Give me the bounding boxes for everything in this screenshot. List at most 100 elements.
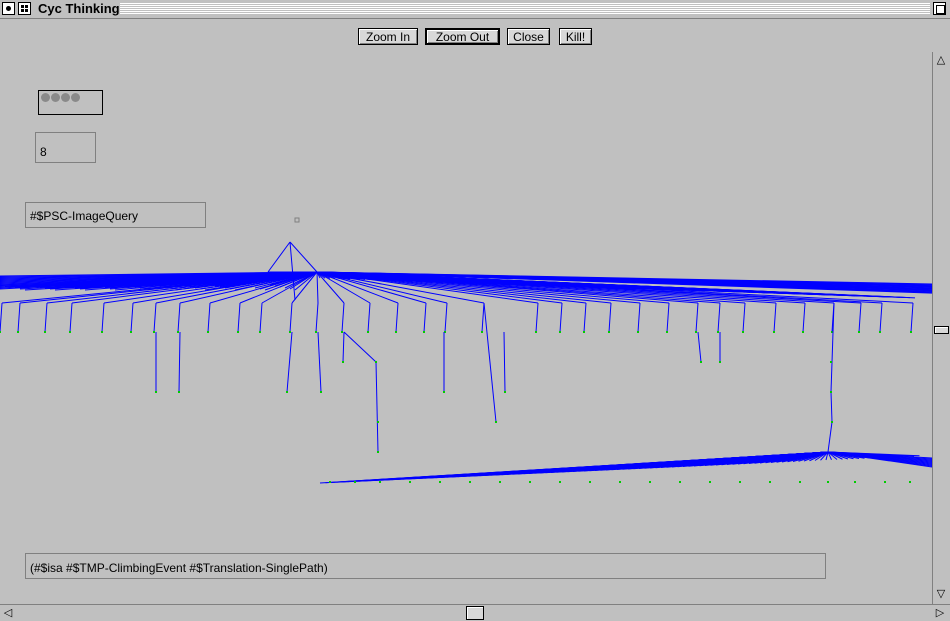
tree-node bbox=[695, 331, 697, 333]
tree-node bbox=[17, 331, 19, 333]
tree-node bbox=[619, 481, 621, 483]
tree-node bbox=[608, 331, 610, 333]
tree-edge bbox=[69, 302, 73, 333]
horizontal-scrollbar[interactable]: ◁ ▷ bbox=[0, 604, 950, 621]
tree-node bbox=[342, 361, 344, 363]
tree-edge bbox=[910, 302, 914, 333]
tree-node bbox=[44, 331, 46, 333]
tree-node bbox=[773, 331, 775, 333]
tree-edge bbox=[608, 302, 612, 333]
tree-node bbox=[375, 361, 377, 363]
tree-node bbox=[289, 331, 291, 333]
progress-dot bbox=[71, 93, 80, 102]
tree-edge bbox=[342, 331, 345, 363]
tree-node bbox=[329, 481, 331, 483]
tree-node bbox=[679, 481, 681, 483]
tree-edge bbox=[742, 302, 746, 333]
tree-edge bbox=[367, 302, 371, 333]
maximize-icon[interactable] bbox=[933, 2, 946, 15]
query-label: #$PSC-ImageQuery bbox=[25, 202, 206, 228]
tree-edge bbox=[315, 302, 319, 333]
tree-node bbox=[910, 331, 912, 333]
tree-node bbox=[286, 391, 288, 393]
tree-edge bbox=[583, 302, 587, 333]
tree-edge bbox=[289, 302, 293, 333]
tree-node bbox=[377, 421, 379, 423]
tree-edge bbox=[17, 302, 21, 333]
progress-indicator bbox=[38, 90, 103, 115]
tree-node bbox=[354, 481, 356, 483]
tree-edge bbox=[483, 302, 497, 423]
tree-edge bbox=[44, 302, 48, 333]
tree-node bbox=[481, 331, 483, 333]
tree-edge bbox=[267, 241, 291, 273]
tree-edge bbox=[830, 302, 835, 393]
tree-node bbox=[666, 331, 668, 333]
tree-node bbox=[379, 481, 381, 483]
tree-edge bbox=[317, 331, 322, 393]
vertical-scrollbar[interactable]: △ ▽ bbox=[932, 52, 950, 604]
tree-node bbox=[799, 481, 801, 483]
scroll-up-icon[interactable]: △ bbox=[933, 52, 949, 68]
tree-edge bbox=[773, 302, 777, 333]
tree-node bbox=[499, 481, 501, 483]
tree-edge bbox=[858, 302, 862, 333]
root-marker bbox=[294, 217, 300, 223]
tree-edge bbox=[237, 302, 241, 333]
tree-node bbox=[409, 481, 411, 483]
tree-edge bbox=[423, 302, 427, 333]
tree-node bbox=[831, 421, 833, 423]
tree-node bbox=[153, 331, 155, 333]
progress-dot bbox=[41, 93, 50, 102]
tree-node bbox=[130, 331, 132, 333]
tree-node bbox=[177, 331, 179, 333]
tree-edge bbox=[879, 302, 883, 333]
tree-node bbox=[700, 361, 702, 363]
tree-node bbox=[589, 481, 591, 483]
tree-node bbox=[739, 481, 741, 483]
counter-box: 8 bbox=[35, 132, 96, 163]
tree-node bbox=[439, 481, 441, 483]
tree-edge bbox=[259, 302, 263, 333]
tree-node bbox=[830, 391, 832, 393]
tree-edge bbox=[395, 302, 399, 333]
tree-node bbox=[207, 331, 209, 333]
tree-node bbox=[0, 331, 1, 333]
tree-node bbox=[742, 331, 744, 333]
tree-node bbox=[830, 361, 832, 363]
tree-edge bbox=[695, 302, 699, 333]
tree-node bbox=[341, 331, 343, 333]
scroll-right-icon[interactable]: ▷ bbox=[932, 605, 948, 621]
tree-node bbox=[879, 331, 881, 333]
tree-node bbox=[178, 391, 180, 393]
tree-node bbox=[237, 331, 239, 333]
scroll-down-icon[interactable]: ▽ bbox=[933, 586, 949, 602]
tree-edge bbox=[535, 302, 539, 333]
progress-dot bbox=[61, 93, 70, 102]
tree-edge bbox=[289, 241, 318, 273]
assertion-label: (#$isa #$TMP-ClimbingEvent #$Translation… bbox=[25, 553, 826, 579]
scroll-left-icon[interactable]: ◁ bbox=[0, 605, 16, 621]
horizontal-scroll-thumb[interactable] bbox=[466, 606, 484, 620]
tree-edge bbox=[153, 302, 157, 333]
tree-edge bbox=[316, 271, 319, 304]
tree-node bbox=[315, 331, 317, 333]
tree-edge bbox=[130, 302, 134, 333]
tree-edge bbox=[503, 331, 506, 393]
tree-node bbox=[559, 331, 561, 333]
tree-node bbox=[909, 481, 911, 483]
tree-edge bbox=[343, 331, 377, 363]
tree-edge bbox=[207, 302, 211, 333]
tree-node bbox=[559, 481, 561, 483]
tree-edge bbox=[830, 391, 833, 423]
progress-dot bbox=[51, 93, 60, 102]
tree-node bbox=[717, 331, 719, 333]
tree-edge bbox=[717, 302, 721, 333]
tree-node bbox=[495, 421, 497, 423]
tree-node bbox=[769, 481, 771, 483]
tree-node bbox=[320, 391, 322, 393]
tree-edge bbox=[444, 302, 448, 333]
tree-edge bbox=[637, 302, 641, 333]
tree-node bbox=[69, 331, 71, 333]
vertical-scroll-thumb[interactable] bbox=[934, 326, 949, 334]
